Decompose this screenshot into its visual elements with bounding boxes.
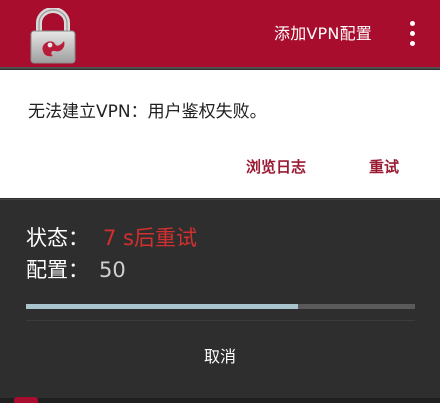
bottom-edge: [0, 398, 440, 403]
status-label: 状态：: [26, 226, 89, 250]
bottom-tab-marker: [14, 397, 38, 403]
add-vpn-config-button[interactable]: 添加VPN配置: [274, 22, 372, 46]
config-value: 50: [99, 258, 126, 282]
retry-progress-fill: [26, 304, 299, 309]
error-message: 无法建立VPN：用户鉴权失败。: [28, 102, 267, 122]
status-row: 状态： 7 s后重试: [26, 224, 197, 252]
retry-button[interactable]: 重试: [369, 156, 399, 178]
retry-progress-bar: [26, 304, 415, 309]
status-value: 7 s后重试: [103, 226, 197, 250]
error-card: 无法建立VPN：用户鉴权失败。 浏览日志 重试: [0, 70, 440, 198]
connection-status-dialog: 状态： 7 s后重试 配置： 50 取消: [0, 199, 440, 403]
config-label: 配置：: [26, 258, 89, 282]
config-row: 配置： 50: [26, 256, 126, 284]
app-bar: 添加VPN配置: [0, 0, 440, 67]
cancel-button[interactable]: 取消: [0, 345, 440, 369]
dialog-divider: [26, 320, 415, 321]
vpn-screen: 添加VPN配置 无法建立VPN：用户鉴权失败。 浏览日志 重试 状态： 7 s后重…: [0, 0, 440, 403]
more-vert-icon[interactable]: [400, 20, 424, 48]
view-logs-button[interactable]: 浏览日志: [246, 156, 306, 178]
padlock-logo-icon: [30, 8, 76, 64]
